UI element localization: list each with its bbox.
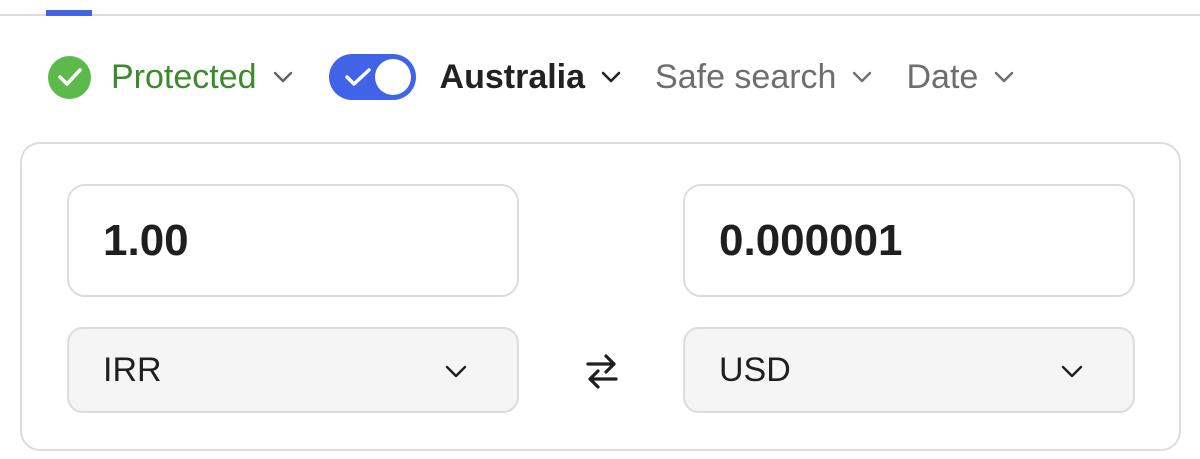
to-amount-input[interactable]: 0.000001 — [683, 184, 1135, 297]
currency-converter-card: 1.00 0.000001 IRR USD — [20, 142, 1181, 451]
protected-label: Protected — [111, 58, 257, 96]
filter-bar: Protected Australia Safe search Date — [48, 50, 1014, 104]
date-filter[interactable]: Date — [906, 50, 1014, 104]
toggle-check-icon — [344, 68, 371, 86]
tab-strip — [0, 0, 1200, 16]
to-currency-value: USD — [719, 350, 791, 389]
chevron-down-icon — [852, 71, 872, 83]
check-circle-icon — [48, 55, 91, 99]
swap-currencies-button[interactable] — [582, 351, 622, 391]
safe-search-filter[interactable]: Safe search — [655, 50, 872, 104]
chevron-down-icon — [445, 365, 467, 378]
protected-filter[interactable]: Protected — [48, 50, 293, 104]
region-filter[interactable]: Australia — [440, 50, 622, 104]
swap-arrows-icon — [586, 354, 618, 389]
chevron-down-icon — [601, 71, 621, 83]
from-amount-value: 1.00 — [103, 215, 189, 265]
chevron-down-icon — [273, 71, 293, 83]
to-amount-value: 0.000001 — [719, 215, 903, 265]
active-tab-indicator — [46, 10, 92, 16]
from-amount-input[interactable]: 1.00 — [67, 184, 519, 297]
from-currency-select[interactable]: IRR — [67, 327, 519, 413]
to-currency-select[interactable]: USD — [683, 327, 1135, 413]
date-label: Date — [906, 58, 979, 96]
from-currency-value: IRR — [103, 350, 162, 389]
chevron-down-icon — [994, 71, 1014, 83]
chevron-down-icon — [1061, 365, 1083, 378]
region-toggle[interactable] — [328, 54, 416, 100]
region-label: Australia — [439, 58, 586, 96]
page: Protected Australia Safe search Date 1.0… — [0, 0, 1200, 459]
toggle-knob — [374, 59, 411, 95]
safe-search-label: Safe search — [655, 58, 837, 96]
